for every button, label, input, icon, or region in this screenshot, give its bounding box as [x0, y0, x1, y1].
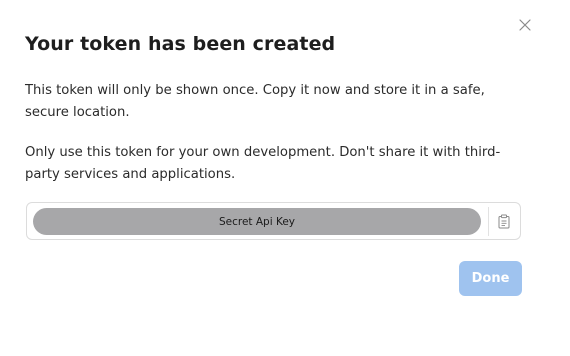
key-divider [488, 207, 489, 236]
copy-button[interactable] [493, 210, 515, 232]
token-created-dialog: Your token has been created This token w… [0, 0, 570, 356]
shown-once-notice: This token will only be shown once. Copy… [25, 83, 485, 120]
done-button[interactable]: Done [459, 261, 522, 296]
dialog-title: Your token has been created [25, 33, 336, 55]
close-icon [519, 19, 531, 31]
clipboard-icon [498, 214, 510, 228]
secret-key-value[interactable]: Secret Api Key [33, 208, 481, 235]
usage-notice: Only use this token for your own develop… [25, 145, 501, 182]
secret-key-label: Secret Api Key [218, 215, 296, 228]
token-field: Secret Api Key [26, 202, 521, 240]
close-button[interactable] [515, 15, 535, 35]
